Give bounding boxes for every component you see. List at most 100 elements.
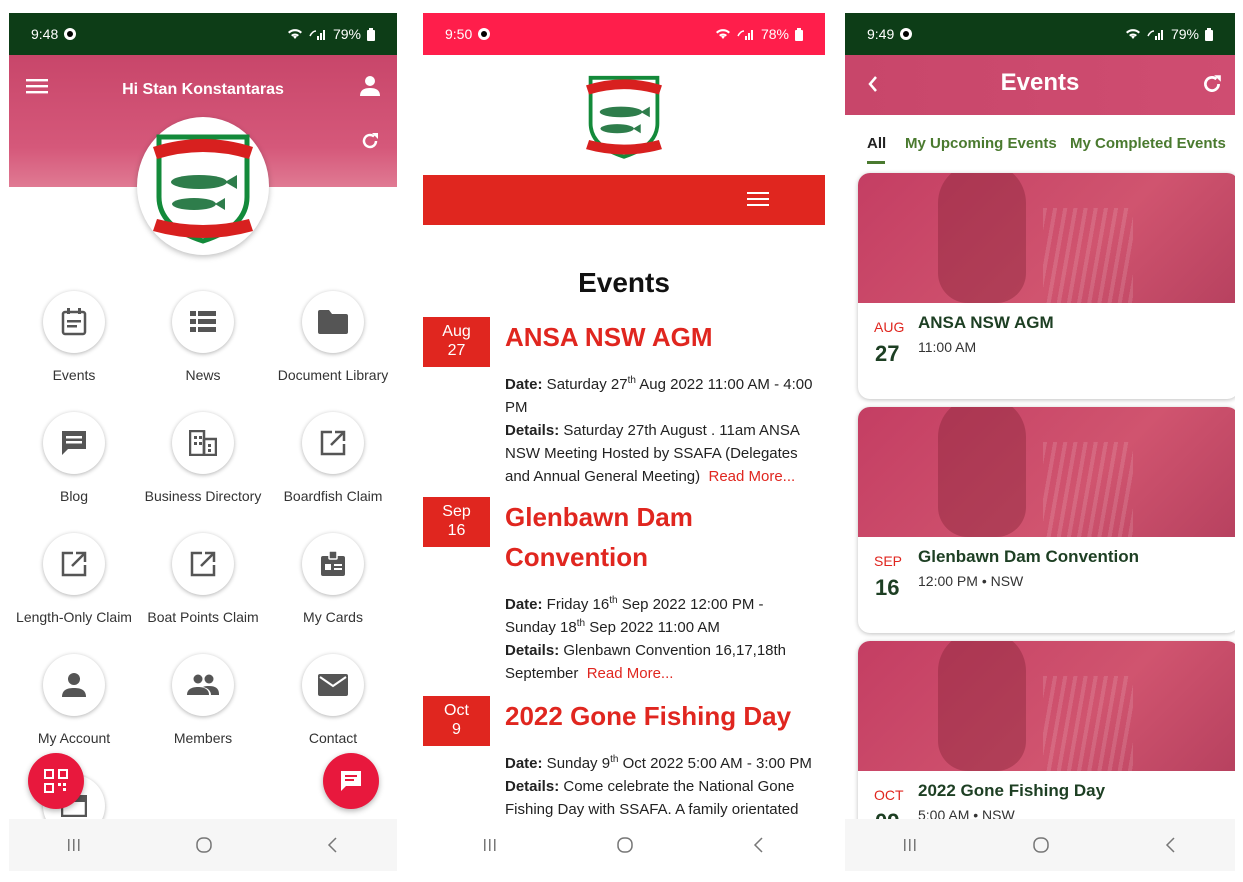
tab-my-upcoming-events[interactable]: My Upcoming Events	[905, 135, 1057, 152]
tile-my-cards[interactable]: My Cards	[268, 533, 397, 625]
refresh-icon[interactable]	[1201, 73, 1223, 95]
tile-circle[interactable]	[43, 291, 105, 353]
tile-label: Business Directory	[144, 488, 262, 504]
tab-my-completed-events[interactable]: My Completed Events	[1070, 135, 1226, 152]
signal-icon	[309, 30, 325, 40]
tab-all[interactable]: All	[867, 135, 886, 152]
tile-label: Events	[52, 367, 96, 383]
tile-circle[interactable]	[43, 654, 105, 716]
greeting-title: Hi Stan Konstantaras	[122, 81, 284, 98]
tile-document-library[interactable]: Document Library	[268, 291, 397, 383]
wifi-icon	[1125, 29, 1140, 39]
details-label: Details:	[505, 778, 560, 795]
recent-apps-icon[interactable]	[482, 837, 498, 853]
event-title-link[interactable]: Glenbawn Dam Convention	[505, 497, 805, 577]
tile-my-account[interactable]: My Account	[9, 654, 139, 746]
messenger-icon	[478, 28, 491, 40]
date-label: Date:	[505, 755, 543, 772]
tile-circle[interactable]	[302, 412, 364, 474]
tile-boat-points-claim[interactable]: Boat Points Claim	[138, 533, 268, 625]
tile-circle[interactable]	[43, 533, 105, 595]
date-text: Saturday 27	[542, 376, 628, 393]
qr-scan-button[interactable]	[28, 753, 84, 809]
tile-circle[interactable]	[172, 291, 234, 353]
event-card[interactable]: SEP 16 Glenbawn Dam Convention 12:00 PM …	[858, 407, 1235, 633]
tile-label: News	[185, 367, 221, 383]
id-card-icon	[321, 550, 345, 576]
recent-apps-icon[interactable]	[902, 837, 918, 853]
club-crest-icon	[586, 75, 662, 159]
signal-icon	[1147, 30, 1163, 40]
date-text: Friday 16	[542, 596, 610, 613]
tile-label: Boardfish Claim	[283, 488, 383, 504]
back-icon[interactable]	[752, 836, 766, 854]
external-link-icon	[320, 430, 346, 456]
mail-icon	[318, 674, 348, 696]
tile-boardfish-claim[interactable]: Boardfish Claim	[268, 412, 397, 504]
hamburger-menu-icon[interactable]	[747, 191, 769, 207]
building-icon	[189, 430, 217, 456]
tile-circle[interactable]	[43, 412, 105, 474]
battery-icon	[1205, 27, 1213, 41]
comment-icon	[62, 431, 86, 455]
page-title: Events	[1000, 69, 1080, 96]
page-title: Events	[578, 267, 670, 298]
tile-label: My Cards	[303, 609, 363, 625]
read-more-link[interactable]: Read More...	[708, 468, 795, 485]
tile-events[interactable]: Events	[9, 291, 139, 383]
tile-blog[interactable]: Blog	[9, 412, 139, 504]
messenger-icon	[64, 28, 77, 40]
tile-news[interactable]: News	[138, 291, 268, 383]
read-more-link[interactable]: Read More...	[587, 665, 674, 682]
details-label: Details:	[505, 642, 560, 659]
event-title-line: Glenbawn Dam	[505, 502, 693, 532]
tile-circle[interactable]	[172, 654, 234, 716]
external-link-icon	[61, 551, 87, 577]
date-text: Sep 2022 11:00 AM	[585, 619, 720, 636]
messenger-icon	[900, 28, 913, 40]
back-icon[interactable]	[1164, 836, 1178, 854]
event-card[interactable]: AUG 27 ANSA NSW AGM 11:00 AM	[858, 173, 1235, 399]
back-icon[interactable]	[326, 836, 340, 854]
tile-circle[interactable]	[172, 412, 234, 474]
user-profile-icon[interactable]	[359, 75, 381, 97]
recent-apps-icon[interactable]	[66, 837, 82, 853]
tile-members[interactable]: Members	[138, 654, 268, 746]
tile-circle[interactable]	[302, 654, 364, 716]
event-month: Oct	[444, 702, 469, 719]
event-date-badge: Aug 27	[423, 317, 490, 367]
android-nav-bar	[423, 819, 825, 871]
chat-button[interactable]	[323, 753, 379, 809]
event-title: ANSA NSW AGM	[918, 313, 1054, 332]
event-day: 27	[875, 341, 900, 366]
event-title-link[interactable]: ANSA NSW AGM	[505, 317, 805, 357]
active-tab-indicator	[867, 161, 885, 164]
home-icon[interactable]	[616, 836, 634, 854]
qr-code-icon	[44, 769, 68, 793]
event-title-link[interactable]: 2022 Gone Fishing Day	[505, 696, 805, 736]
refresh-icon[interactable]	[360, 131, 380, 151]
date-label: Date:	[505, 376, 543, 393]
tile-label: Contact	[308, 730, 358, 746]
site-logo[interactable]	[423, 55, 825, 175]
home-icon[interactable]	[195, 836, 213, 854]
tile-circle[interactable]	[172, 533, 234, 595]
tile-circle[interactable]	[302, 291, 364, 353]
status-bar: 9:50 78%	[423, 13, 825, 55]
club-logo	[137, 117, 269, 255]
status-bar: 9:48 79%	[9, 13, 397, 55]
site-nav-bar	[423, 175, 825, 225]
event-date-badge: Sep 16	[423, 497, 490, 547]
event-tabs: All My Upcoming Events My Completed Even…	[845, 115, 1235, 173]
home-icon[interactable]	[1032, 836, 1050, 854]
tile-length-only-claim[interactable]: Length-Only Claim	[9, 533, 139, 625]
events-header: Events	[845, 55, 1235, 115]
battery-icon	[367, 27, 375, 41]
event-image	[858, 641, 1235, 771]
tile-contact[interactable]: Contact	[268, 654, 397, 746]
tile-label: Length-Only Claim	[16, 609, 132, 625]
tile-business-directory[interactable]: Business Directory	[138, 412, 268, 504]
tile-circle[interactable]	[302, 533, 364, 595]
calendar-icon	[61, 308, 87, 336]
battery-percent: 79%	[1170, 26, 1199, 42]
